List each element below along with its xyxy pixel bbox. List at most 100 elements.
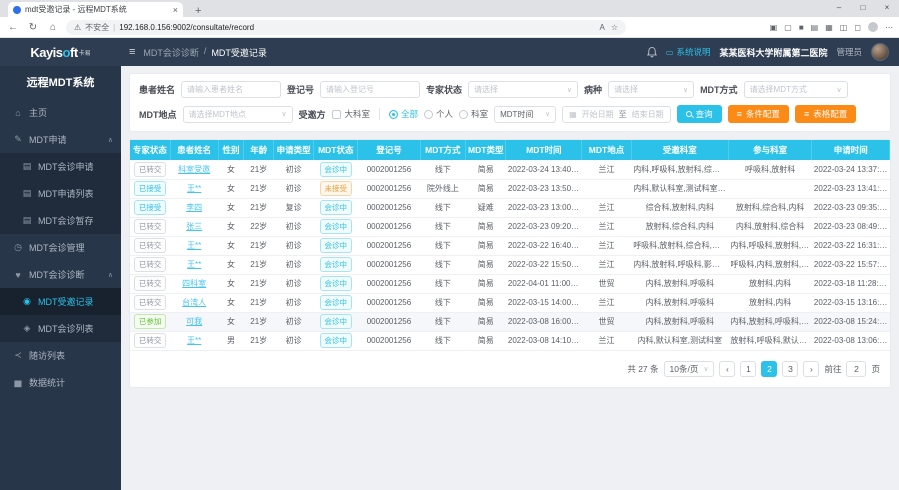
sidebar-item-label: MDT会诊诊断 bbox=[29, 268, 85, 281]
button-label: 查询 bbox=[696, 108, 713, 120]
expert-status-badge: 已转交 bbox=[134, 162, 167, 178]
reg-no-input[interactable] bbox=[320, 81, 420, 98]
mdt-mode-select[interactable]: 请选择MDT方式 bbox=[744, 81, 848, 98]
invited_depts-cell: 内科,放射科,呼吸科 bbox=[631, 274, 728, 293]
table-row[interactable]: 已转交王**女21岁初诊会诊中0002001256线下简易2022-03-22 … bbox=[130, 255, 890, 274]
table-row[interactable]: 已接受王**女21岁初诊未接受0002001256院外线上简易2022-03-2… bbox=[130, 179, 890, 198]
avatar[interactable] bbox=[871, 43, 889, 61]
patient-name-link[interactable]: 可我 bbox=[186, 317, 202, 326]
prev-page-button[interactable]: ‹ bbox=[719, 361, 735, 377]
extension-icon[interactable]: ◫ bbox=[840, 23, 848, 32]
patient-name-link[interactable]: 王** bbox=[187, 241, 201, 250]
favorite-star-icon[interactable]: ☆ bbox=[611, 23, 618, 32]
read-aloud-icon[interactable]: A bbox=[599, 23, 604, 32]
date-range-picker[interactable]: 开始日期 至 结束日期 bbox=[562, 106, 671, 123]
radio-dept[interactable]: 科室 bbox=[459, 108, 488, 120]
table-row[interactable]: 已转交四科室女21岁初诊会诊中0002001256线下简易2022-04-01 … bbox=[130, 274, 890, 293]
table-row[interactable]: 已转交王**男21岁初诊会诊中0002001256线下简易2022-03-08 … bbox=[130, 331, 890, 350]
patient-name-link[interactable]: 王** bbox=[187, 184, 201, 193]
mdt-status-badge: 会诊中 bbox=[320, 200, 353, 216]
mdt-place-select[interactable]: 请选择MDT地点 bbox=[183, 106, 293, 123]
patient-name-link[interactable]: 科室受邀 bbox=[178, 165, 210, 174]
expert_status-cell: 已转交 bbox=[130, 255, 170, 274]
sidebar-item-consult-list[interactable]: ◈MDT会诊列表 bbox=[0, 315, 121, 342]
sidebar-item-consult-diagnosis[interactable]: ♥MDT会诊诊断∧ bbox=[0, 261, 121, 288]
browser-menu-icon[interactable]: ⋯ bbox=[885, 23, 893, 32]
divider bbox=[379, 108, 380, 120]
search-button[interactable]: 查询 bbox=[677, 105, 722, 123]
joined_depts-cell: 内科,放射科,呼吸科,测试科室 bbox=[728, 312, 812, 331]
expert-status-select[interactable]: 请选择 bbox=[468, 81, 578, 98]
profile-avatar[interactable] bbox=[868, 22, 878, 32]
column-header-mdt_status: MDT状态 bbox=[314, 140, 358, 160]
address-separator: | bbox=[113, 23, 115, 32]
page-button-2[interactable]: 2 bbox=[761, 361, 777, 377]
extension-icon[interactable]: ■ bbox=[799, 23, 804, 32]
patient-name-link[interactable]: 张三 bbox=[186, 222, 202, 231]
invited_depts-cell: 内科,呼吸科,放射科,综合科 bbox=[631, 160, 728, 179]
sidebar-item-statistics[interactable]: ▅数据统计 bbox=[0, 369, 121, 396]
extension-icon[interactable]: ▢ bbox=[784, 23, 792, 32]
table-row[interactable]: 已接受李四女21岁复诊会诊中0002001256线下疑难2022-03-23 1… bbox=[130, 198, 890, 217]
mdt_mode-cell: 线下 bbox=[420, 293, 466, 312]
patient-name-link[interactable]: 王** bbox=[187, 336, 201, 345]
sidebar-item-label: 随访列表 bbox=[29, 349, 65, 362]
mdt_mode-cell: 院外线上 bbox=[420, 179, 466, 198]
back-icon[interactable]: ← bbox=[6, 22, 20, 33]
table-row[interactable]: 已参加可我女21岁初诊会诊中0002001256线下简易2022-03-08 1… bbox=[130, 312, 890, 331]
sidebar-item-home[interactable]: ⌂主页 bbox=[0, 99, 121, 126]
table-config-button[interactable]: 表格配置 bbox=[795, 105, 856, 123]
address-bar[interactable]: 不安全 | 192.168.0.156:9002/consultate/reco… bbox=[66, 20, 626, 35]
apply_time-cell: 2022-03-22 16:31:36 bbox=[812, 236, 890, 255]
mdt_status-cell: 会诊中 bbox=[314, 312, 358, 331]
close-button[interactable]: × bbox=[875, 0, 899, 15]
time-field-select[interactable]: MDT时间 bbox=[494, 106, 556, 123]
browser-tab[interactable]: mdt受邀记录 - 远程MDT系统 × bbox=[8, 2, 183, 17]
sidebar-item-apply-list[interactable]: ▤MDT申请列表 bbox=[0, 180, 121, 207]
sidebar-item-followup-list[interactable]: ≺随访列表 bbox=[0, 342, 121, 369]
radio-all[interactable]: 全部 bbox=[389, 108, 418, 120]
minimize-button[interactable]: – bbox=[827, 0, 851, 15]
big-dept-checkbox[interactable]: 大科室 bbox=[332, 108, 371, 120]
home-icon[interactable]: ⌂ bbox=[46, 22, 60, 33]
system-doc-link[interactable]: 系统说明 bbox=[666, 46, 711, 58]
patient-name-link[interactable]: 李四 bbox=[186, 203, 202, 212]
extension-icon[interactable]: ◻ bbox=[854, 23, 861, 32]
patient-name-link[interactable]: 王** bbox=[187, 260, 201, 269]
next-page-button[interactable]: › bbox=[803, 361, 819, 377]
disease-select[interactable]: 请选择 bbox=[608, 81, 694, 98]
gender-cell: 女 bbox=[218, 217, 244, 236]
sidebar-item-invited-records[interactable]: ◉MDT受邀记录 bbox=[0, 288, 121, 315]
goto-page-input[interactable] bbox=[846, 361, 866, 377]
table-row[interactable]: 已转交科室受邀女21岁初诊会诊中0002001256线下简易2022-03-24… bbox=[130, 160, 890, 179]
sidebar-item-consult-manage[interactable]: ◷MDT会诊管理 bbox=[0, 234, 121, 261]
bell-icon[interactable] bbox=[647, 47, 657, 58]
sidebar-item-consult-apply[interactable]: ▤MDT会诊申请 bbox=[0, 153, 121, 180]
page-size-select[interactable]: 10条/页 bbox=[664, 361, 715, 377]
table-row[interactable]: 已转交王**女21岁初诊会诊中0002001256线下简易2022-03-22 … bbox=[130, 236, 890, 255]
extension-icon[interactable]: ▤ bbox=[811, 23, 819, 32]
sidebar-collapse-icon[interactable]: ≡ bbox=[129, 46, 135, 58]
tab-close-icon[interactable]: × bbox=[173, 5, 178, 15]
table-row[interactable]: 已转交台湾人女21岁初诊会诊中0002001256线下简易2022-03-15 … bbox=[130, 293, 890, 312]
refresh-icon[interactable]: ↻ bbox=[26, 22, 40, 33]
table-row[interactable]: 已转交张三女22岁初诊会诊中0002001256线下简易2022-03-23 0… bbox=[130, 217, 890, 236]
patient-name-link[interactable]: 四科室 bbox=[182, 279, 206, 288]
page-button-3[interactable]: 3 bbox=[782, 361, 798, 377]
patient-name-input[interactable] bbox=[181, 81, 281, 98]
sidebar-item-consult-draft[interactable]: ▤MDT会诊暂存 bbox=[0, 207, 121, 234]
new-tab-button[interactable]: + bbox=[191, 5, 205, 17]
condition-config-button[interactable]: 条件配置 bbox=[728, 105, 789, 123]
radio-personal[interactable]: 个人 bbox=[424, 108, 453, 120]
mdt_place-cell: 兰江 bbox=[582, 255, 631, 274]
page-button-1[interactable]: 1 bbox=[740, 361, 756, 377]
extension-icon[interactable]: ▣ bbox=[770, 23, 778, 32]
sidebar-item-mdt-apply[interactable]: ✎MDT申请∧ bbox=[0, 126, 121, 153]
date-start-placeholder: 开始日期 bbox=[582, 109, 614, 120]
expert_status-cell: 已转交 bbox=[130, 236, 170, 255]
maximize-button[interactable]: □ bbox=[851, 0, 875, 15]
patient-name-link[interactable]: 台湾人 bbox=[182, 298, 206, 307]
mdt_time-cell: 2022-03-22 15:50:00 bbox=[506, 255, 582, 274]
expert_status-cell: 已转交 bbox=[130, 293, 170, 312]
extension-icon[interactable]: ▦ bbox=[825, 23, 833, 32]
